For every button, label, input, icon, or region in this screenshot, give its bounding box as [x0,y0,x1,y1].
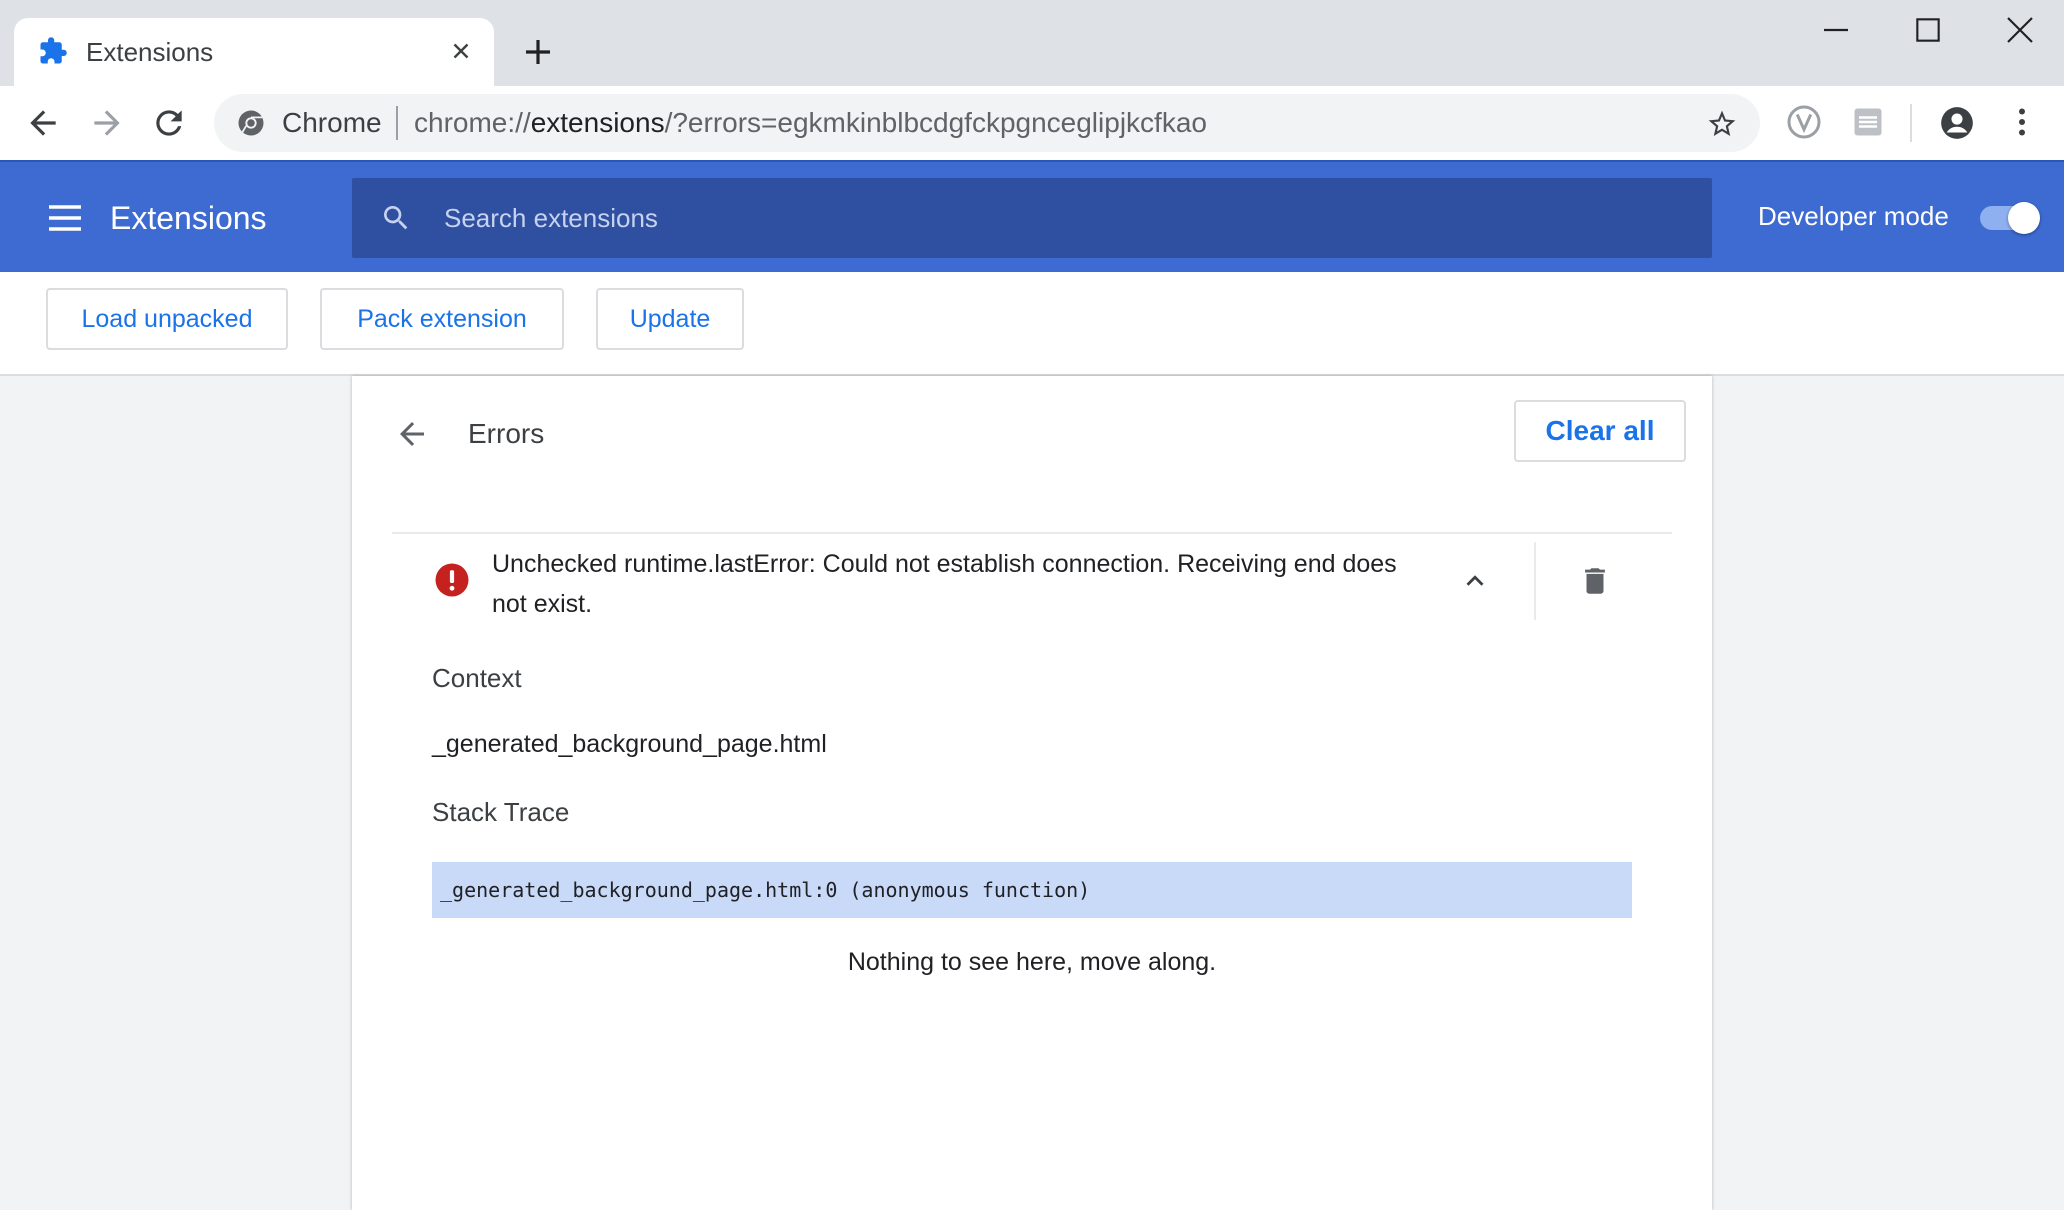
back-arrow-icon[interactable] [394,416,430,452]
profile-avatar-icon[interactable] [1938,104,1976,142]
site-name: Chrome [282,107,382,138]
reload-icon[interactable] [150,104,188,142]
trash-icon[interactable] [1578,564,1612,598]
extensions-header: Extensions Developer mode [0,160,2064,272]
maximize-icon[interactable] [1912,14,1944,46]
search-box[interactable] [352,178,1712,258]
errors-card: Errors Clear all Unchecked runtime.lastE… [352,376,1712,1210]
empty-source-note: Nothing to see here, move along. [847,948,1217,976]
tab-close-icon[interactable] [448,38,474,64]
stack-trace-row[interactable]: _generated_background_page.html:0 (anony… [432,862,1632,918]
search-input[interactable] [444,178,1684,258]
load-unpacked-button[interactable]: Load unpacked [46,288,288,350]
clear-all-button[interactable]: Clear all [1514,400,1686,462]
url-text[interactable]: chrome://extensions/?errors=egkmkinblbcd… [414,107,1207,139]
bookmark-star-icon[interactable] [1706,108,1738,140]
browser-menu-kebab-icon[interactable] [2004,104,2040,140]
toolbar-divider [1910,104,1912,142]
extension-reader-icon[interactable] [1850,104,1886,140]
update-button[interactable]: Update [596,288,744,350]
developer-mode-label: Developer mode [1758,201,1949,231]
page-title: Extensions [110,200,267,236]
url-separator [396,106,398,140]
puzzle-piece-icon [38,36,68,66]
stack-trace-heading: Stack Trace [432,797,570,827]
pack-extension-button[interactable]: Pack extension [320,288,564,350]
stack-trace-line: _generated_background_page.html:0 (anony… [440,878,1091,902]
developer-action-bar: Load unpacked Pack extension Update [0,272,2064,376]
address-bar[interactable]: Chrome chrome://extensions/?errors=egkmk… [214,94,1760,152]
browser-toolbar: Chrome chrome://extensions/?errors=egkmk… [0,86,2064,160]
tab-extensions[interactable]: Extensions [14,18,494,86]
search-icon [380,202,412,234]
tab-strip: Extensions [0,0,2064,86]
minimize-icon[interactable] [1820,14,1852,46]
hamburger-menu-icon[interactable] [48,204,82,232]
error-alert-icon [434,562,470,598]
window-close-icon[interactable] [2004,14,2036,46]
error-message[interactable]: Unchecked runtime.lastError: Could not e… [492,544,1412,624]
extension-v-icon[interactable] [1786,104,1822,140]
context-value: _generated_background_page.html [432,730,827,758]
forward-arrow-icon[interactable] [88,104,126,142]
error-actions-separator [1534,542,1536,620]
back-arrow-icon[interactable] [24,104,62,142]
toggle-knob [2008,202,2040,234]
tab-title: Extensions [86,37,214,67]
new-tab-plus-icon[interactable] [522,36,554,68]
main-content: Errors Clear all Unchecked runtime.lastE… [0,376,2064,1210]
chrome-logo-icon[interactable] [236,108,266,138]
context-heading: Context [432,663,522,693]
developer-mode-toggle[interactable] [1980,202,2040,234]
chevron-up-icon[interactable] [1460,566,1490,596]
error-divider [392,532,1672,534]
errors-heading: Errors [468,418,545,449]
